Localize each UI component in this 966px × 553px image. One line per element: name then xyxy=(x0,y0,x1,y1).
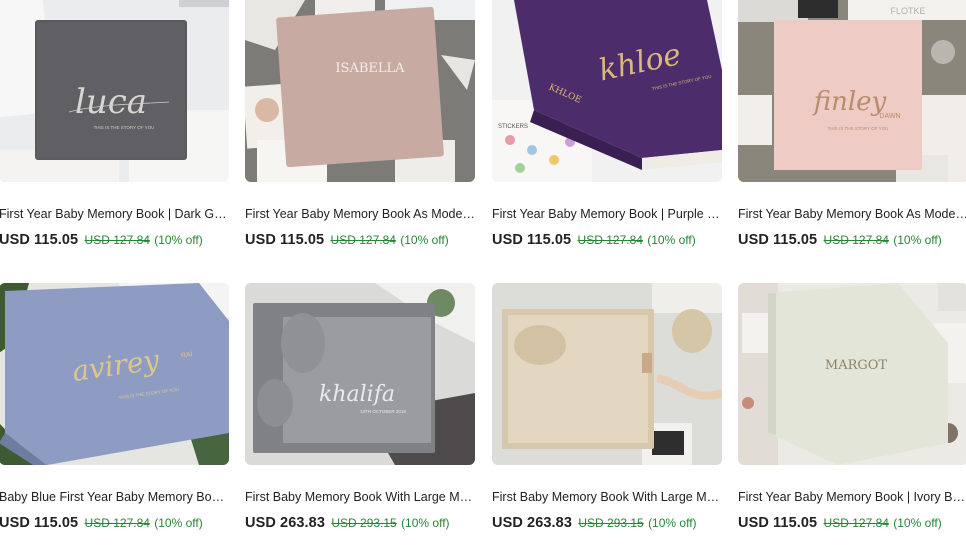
listing-title[interactable]: First Year Baby Memory Book As Moder... xyxy=(245,206,475,222)
listing-title[interactable]: First Year Baby Memory Book | Dark Gra..… xyxy=(0,206,229,222)
original-price: USD 127.84 xyxy=(330,233,396,247)
listing-card[interactable]: avirey RAI THIS IS THE STORY OF YOU Baby… xyxy=(0,283,229,553)
spine-name: FLOTKE xyxy=(890,6,925,16)
original-price: USD 127.84 xyxy=(577,233,643,247)
discount-badge: (10% off) xyxy=(647,233,696,247)
listing-image[interactable]: ISABELLA xyxy=(245,0,475,182)
original-price: USD 127.84 xyxy=(84,233,150,247)
listing-title[interactable]: Baby Blue First Year Baby Memory Book... xyxy=(0,489,229,505)
original-price: USD 293.15 xyxy=(331,516,397,530)
sale-price: USD 263.83 xyxy=(492,515,572,531)
listing-image[interactable]: FLOTKE finley DAWN THIS IS THE STORY OF … xyxy=(738,0,966,182)
price-row: USD 115.05 USD 127.84 (10% off) xyxy=(492,231,728,249)
listing-image[interactable] xyxy=(492,283,722,465)
price-row: USD 115.05 USD 127.84 (10% off) xyxy=(245,231,481,249)
sale-price: USD 115.05 xyxy=(0,515,79,531)
listing-image[interactable]: STICKERS khloe THIS IS THE STORY OF YOU … xyxy=(492,0,722,182)
price-row: USD 115.05 USD 127.84 (10% off) xyxy=(738,514,966,532)
price-row: USD 115.05 USD 127.84 (10% off) xyxy=(738,231,966,249)
cover-name: finley xyxy=(812,87,887,117)
listing-title[interactable]: First Year Baby Memory Book As Moder... xyxy=(738,206,966,222)
listing-card[interactable]: khalifa 13TH OCTOBER 2019 First Baby Mem… xyxy=(245,283,475,553)
sale-price: USD 263.83 xyxy=(245,515,325,531)
discount-badge: (10% off) xyxy=(893,516,942,530)
cover-subtitle: THIS IS THE STORY OF YOU xyxy=(94,125,155,130)
cover-subtitle: THIS IS THE STORY OF YOU xyxy=(828,126,889,131)
cover-name: MARGOT xyxy=(825,358,888,373)
discount-badge: (10% off) xyxy=(400,233,449,247)
original-price: USD 127.84 xyxy=(84,516,150,530)
listing-card[interactable]: luca THIS IS THE STORY OF YOU First Year… xyxy=(0,0,229,270)
price-row: USD 115.05 USD 127.84 (10% off) xyxy=(0,514,235,532)
original-price: USD 127.84 xyxy=(823,233,889,247)
listing-title[interactable]: First Baby Memory Book With Large Me... xyxy=(492,489,722,505)
discount-badge: (10% off) xyxy=(648,516,697,530)
original-price: USD 127.84 xyxy=(823,516,889,530)
sale-price: USD 115.05 xyxy=(738,232,818,248)
discount-badge: (10% off) xyxy=(401,516,450,530)
cover-name: luca xyxy=(75,82,147,122)
price-row: USD 263.83 USD 293.15 (10% off) xyxy=(492,514,728,532)
listing-title[interactable]: First Baby Memory Book With Large Me... xyxy=(245,489,475,505)
sale-price: USD 115.05 xyxy=(492,232,572,248)
sale-price: USD 115.05 xyxy=(245,232,325,248)
cover-subtitle: 13TH OCTOBER 2019 xyxy=(360,409,406,414)
sale-price: USD 115.05 xyxy=(738,515,818,531)
listing-image[interactable]: avirey RAI THIS IS THE STORY OF YOU xyxy=(0,283,229,465)
listing-image[interactable]: MARGOT xyxy=(738,283,966,465)
listing-card[interactable]: ISABELLA First Year Baby Memory Book As … xyxy=(245,0,475,270)
listing-card[interactable]: FLOTKE finley DAWN THIS IS THE STORY OF … xyxy=(738,0,966,270)
svg-text:STICKERS: STICKERS xyxy=(498,124,528,130)
cover-name: ISABELLA xyxy=(335,61,405,76)
listing-card[interactable]: STICKERS khloe THIS IS THE STORY OF YOU … xyxy=(492,0,722,270)
discount-badge: (10% off) xyxy=(154,516,203,530)
listing-grid: luca THIS IS THE STORY OF YOU First Year… xyxy=(0,0,966,535)
discount-badge: (10% off) xyxy=(893,233,942,247)
listing-image[interactable]: luca THIS IS THE STORY OF YOU xyxy=(0,0,229,182)
listing-title[interactable]: First Year Baby Memory Book | Ivory Ba..… xyxy=(738,489,966,505)
price-row: USD 115.05 USD 127.84 (10% off) xyxy=(0,231,235,249)
price-row: USD 263.83 USD 293.15 (10% off) xyxy=(245,514,481,532)
listing-image[interactable]: khalifa 13TH OCTOBER 2019 xyxy=(245,283,475,465)
cover-name: khalifa xyxy=(319,382,395,407)
listing-card[interactable]: MARGOT First Year Baby Memory Book | Ivo… xyxy=(738,283,966,553)
listing-card[interactable]: First Baby Memory Book With Large Me... … xyxy=(492,283,722,553)
discount-badge: (10% off) xyxy=(154,233,203,247)
listing-title[interactable]: First Year Baby Memory Book | Purple B..… xyxy=(492,206,722,222)
sale-price: USD 115.05 xyxy=(0,232,79,248)
cover-extra: DAWN xyxy=(879,113,900,120)
original-price: USD 293.15 xyxy=(578,516,644,530)
